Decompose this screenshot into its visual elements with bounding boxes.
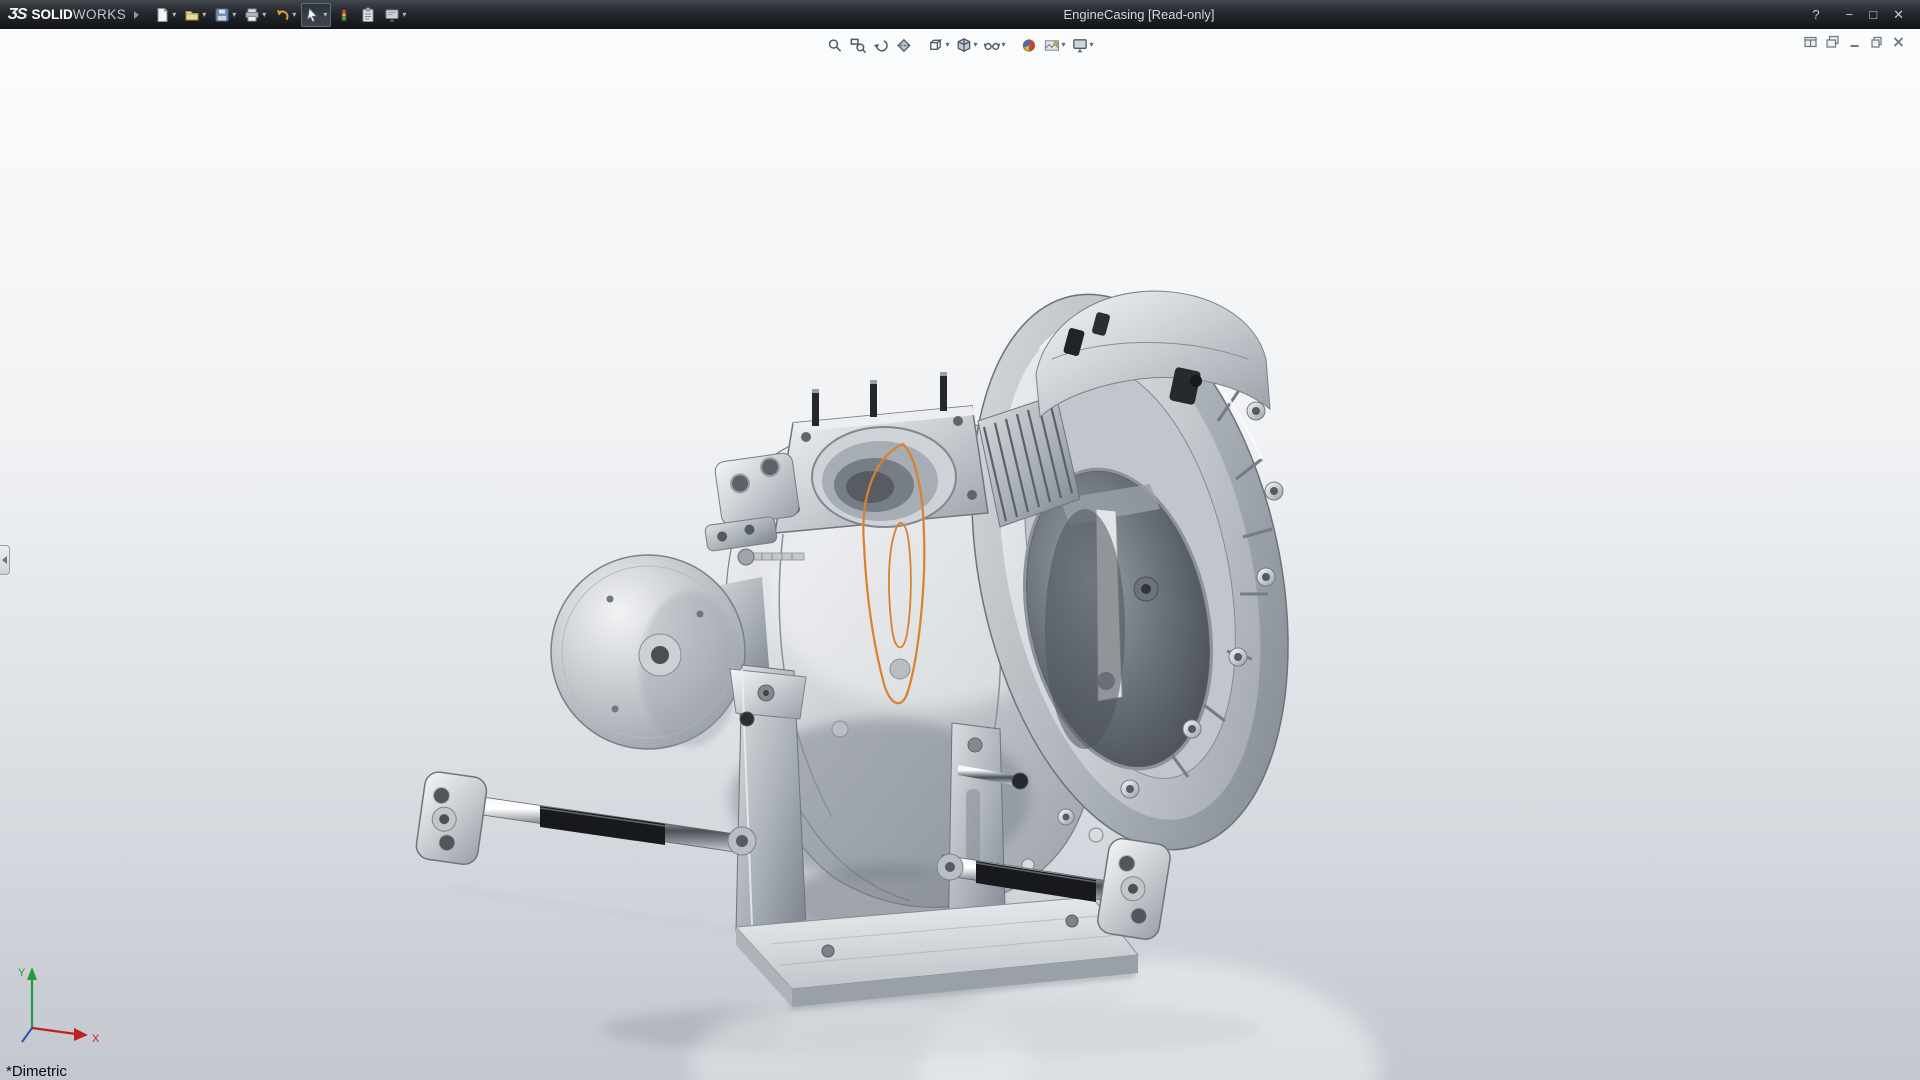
chevron-down-icon[interactable]: ▾	[232, 10, 236, 19]
undo-button[interactable]: ▾	[271, 3, 299, 27]
x-axis-label: X	[92, 1033, 100, 1045]
hide-show-items-button[interactable]: ▾	[981, 34, 1007, 56]
restore-document-icon	[1871, 36, 1882, 48]
minimize-document-icon	[1850, 45, 1859, 47]
options-button[interactable]: ▾	[381, 3, 409, 27]
chevron-down-icon[interactable]: ▾	[323, 10, 327, 19]
apply-scene-icon	[1044, 39, 1060, 51]
toolbar-flyout-arrow-icon[interactable]	[134, 10, 140, 19]
select-cursor-icon	[307, 7, 318, 22]
heads-up-view-toolbar: ▾ ▾ ▾ ▾ ▾	[824, 34, 1095, 56]
open-button[interactable]: ▾	[181, 3, 209, 27]
x-axis-arrow-icon	[74, 1028, 88, 1041]
y-axis-arrow-icon	[27, 967, 37, 980]
brand-solid: SOLID	[31, 6, 73, 22]
zoom-to-fit-button[interactable]	[824, 34, 845, 56]
flywheel-cover	[550, 554, 770, 750]
left-rod-bracket	[415, 771, 488, 865]
zoom-to-area-icon	[850, 38, 867, 53]
save-icon	[215, 8, 229, 21]
close-document-button[interactable]	[1891, 35, 1906, 49]
open-icon	[185, 10, 199, 20]
title-bar: ӠS SOLID WORKS ▾ ▾ ▾ ▾ ▾ ▾ ▾ EngineCasin…	[0, 0, 1920, 29]
chevron-down-icon[interactable]: ▾	[402, 10, 406, 19]
display-style-icon	[957, 37, 971, 52]
flyout-arrow-icon	[2, 556, 7, 564]
solidworks-logo: ӠS SOLID WORKS	[8, 6, 126, 24]
graphics-area[interactable]: ▾ ▾ ▾ ▾ ▾ Y X *Dimetric	[0, 29, 1920, 1080]
brand-works: WORKS	[72, 6, 127, 22]
chevron-down-icon[interactable]: ▾	[973, 41, 977, 49]
engine-model-render	[415, 290, 1380, 1080]
previous-view-icon	[873, 39, 888, 52]
featuremanager-collapsed-tab[interactable]	[0, 545, 10, 575]
new-document-button[interactable]: ▾	[151, 3, 179, 27]
y-axis-label: Y	[18, 967, 26, 979]
previous-view-button[interactable]	[870, 34, 891, 56]
maximize-button[interactable]: □	[1861, 4, 1885, 25]
help-button[interactable]: ?	[1804, 4, 1827, 25]
close-button[interactable]: ✕	[1885, 4, 1912, 25]
view-settings-icon	[1073, 38, 1087, 52]
tile-window-button[interactable]	[1803, 35, 1818, 49]
restore-document-button[interactable]	[1869, 35, 1884, 49]
edit-appearance-icon	[1022, 38, 1036, 52]
minimize-button[interactable]: −	[1838, 4, 1862, 25]
print-icon	[245, 8, 259, 21]
orientation-triad: Y X	[18, 967, 100, 1045]
rebuild-button[interactable]	[333, 3, 355, 27]
tile-window-icon	[1804, 36, 1817, 48]
section-view-icon	[897, 38, 911, 52]
zoom-to-area-button[interactable]	[847, 34, 868, 56]
file-properties-button[interactable]	[357, 3, 379, 27]
document-window-controls	[1803, 35, 1906, 49]
solidworks-window: ӠS SOLID WORKS ▾ ▾ ▾ ▾ ▾ ▾ ▾ EngineCasin…	[0, 0, 1920, 1080]
select-button[interactable]: ▾	[301, 2, 332, 27]
chevron-down-icon[interactable]: ▾	[1001, 41, 1005, 49]
print-button[interactable]: ▾	[241, 3, 269, 27]
chevron-down-icon[interactable]: ▾	[202, 10, 206, 19]
view-orientation-button[interactable]: ▾	[925, 34, 951, 56]
section-view-button[interactable]	[893, 34, 914, 56]
view-orientation-cube-icon	[930, 38, 943, 50]
right-rod-bracket	[1097, 837, 1171, 940]
undo-icon	[277, 9, 289, 20]
chevron-down-icon[interactable]: ▾	[1062, 41, 1066, 49]
view-orientation-label: *Dimetric	[6, 1063, 67, 1080]
3ds-logo-glyph: ӠS	[8, 5, 27, 23]
chevron-down-icon[interactable]: ▾	[1090, 41, 1094, 49]
close-document-icon	[1893, 37, 1904, 47]
document-title: EngineCasing [Read-only]	[1063, 7, 1215, 22]
cascade-window-icon	[1826, 35, 1839, 48]
save-button[interactable]: ▾	[211, 3, 239, 27]
cascade-window-button[interactable]	[1825, 35, 1840, 49]
view-settings-button[interactable]: ▾	[1070, 34, 1096, 56]
new-document-icon	[157, 7, 168, 22]
display-style-button[interactable]: ▾	[953, 34, 979, 56]
file-properties-icon	[362, 7, 374, 22]
chevron-down-icon[interactable]: ▾	[262, 10, 266, 19]
chevron-down-icon[interactable]: ▾	[945, 41, 949, 49]
chevron-down-icon[interactable]: ▾	[172, 10, 176, 19]
hide-show-items-icon	[983, 42, 1001, 50]
apply-scene-button[interactable]: ▾	[1042, 34, 1068, 56]
window-buttons: ? − □ ✕	[1804, 0, 1912, 29]
options-icon	[385, 9, 399, 21]
minimize-document-button[interactable]	[1847, 35, 1862, 49]
z-axis-line	[21, 1027, 33, 1043]
quick-access-toolbar: ▾ ▾ ▾ ▾ ▾ ▾ ▾	[151, 2, 409, 27]
edit-appearance-button[interactable]	[1019, 34, 1040, 56]
rebuild-traffic-light-icon	[340, 7, 348, 22]
zoom-to-fit-icon	[828, 38, 842, 52]
chevron-down-icon[interactable]: ▾	[292, 10, 296, 19]
